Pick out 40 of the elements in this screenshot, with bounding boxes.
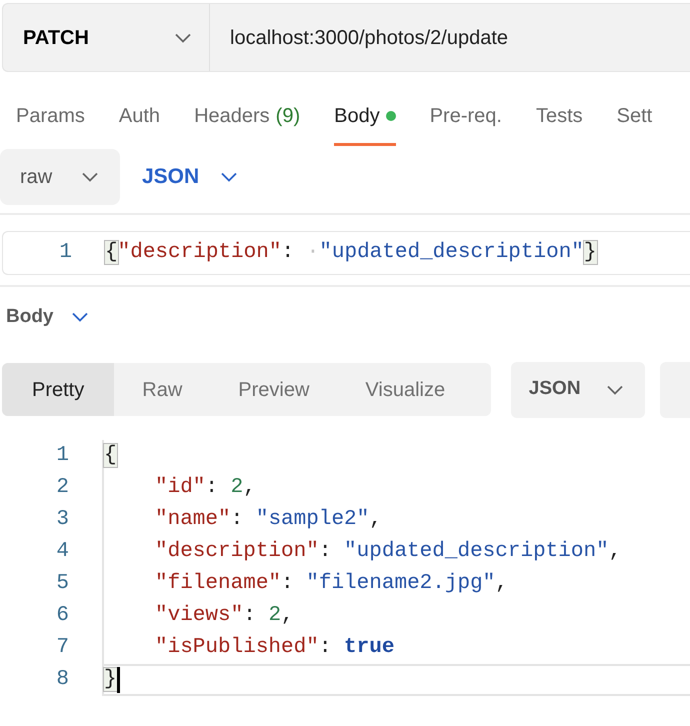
code-line: "description": "updated_description", <box>154 538 622 565</box>
tab[interactable]: Body <box>334 96 396 146</box>
tab[interactable]: Headers (9) <box>194 96 300 146</box>
line-number: 1 <box>58 240 73 266</box>
tab[interactable]: Auth <box>118 96 160 146</box>
tab[interactable]: Sett <box>616 96 652 146</box>
line-number: 4 <box>55 538 70 565</box>
line-number: 1 <box>55 442 70 469</box>
tab[interactable]: Tests <box>536 96 583 146</box>
line-number: 6 <box>55 602 70 629</box>
line-number: 8 <box>55 666 70 693</box>
code-line: "id": 2, <box>154 474 256 501</box>
chevron-down-icon <box>607 384 624 394</box>
method-dropdown[interactable]: PATCH <box>3 4 210 71</box>
response-section-dropdown[interactable]: Body <box>6 303 88 332</box>
tab[interactable]: Pre-req. <box>430 96 502 146</box>
code-line: "views": 2, <box>154 602 294 629</box>
view-tab[interactable]: Visualize <box>337 363 474 416</box>
line-number: 7 <box>55 634 70 661</box>
chevron-down-icon <box>82 172 98 182</box>
tab[interactable]: Params <box>16 96 85 146</box>
line-number: 3 <box>55 506 70 533</box>
code-line: "isPublished": true <box>154 634 394 661</box>
body-type-dropdown[interactable]: raw <box>0 149 120 205</box>
view-tab[interactable]: Raw <box>114 363 210 416</box>
code-line: "filename": "filename2.jpg", <box>154 570 508 597</box>
view-tab[interactable]: Pretty <box>2 363 114 416</box>
code-line: {"description": ·"updated_description"} <box>105 240 597 266</box>
request-body-editor[interactable]: 1 {"description": ·"updated_description"} <box>2 231 690 275</box>
text-cursor <box>116 666 120 692</box>
line-number: 2 <box>55 474 70 501</box>
view-tab[interactable]: Preview <box>210 363 338 416</box>
language-dropdown[interactable]: JSON <box>136 160 244 194</box>
url-field[interactable]: localhost:3000/photos/2/update <box>210 22 508 52</box>
chevron-down-icon <box>221 172 238 182</box>
format-dropdown[interactable]: JSON <box>510 362 646 418</box>
code-line: "name": "sample2", <box>154 506 382 533</box>
chevron-down-icon <box>72 312 88 322</box>
line-number: 5 <box>55 570 70 597</box>
chevron-down-icon <box>175 32 191 42</box>
